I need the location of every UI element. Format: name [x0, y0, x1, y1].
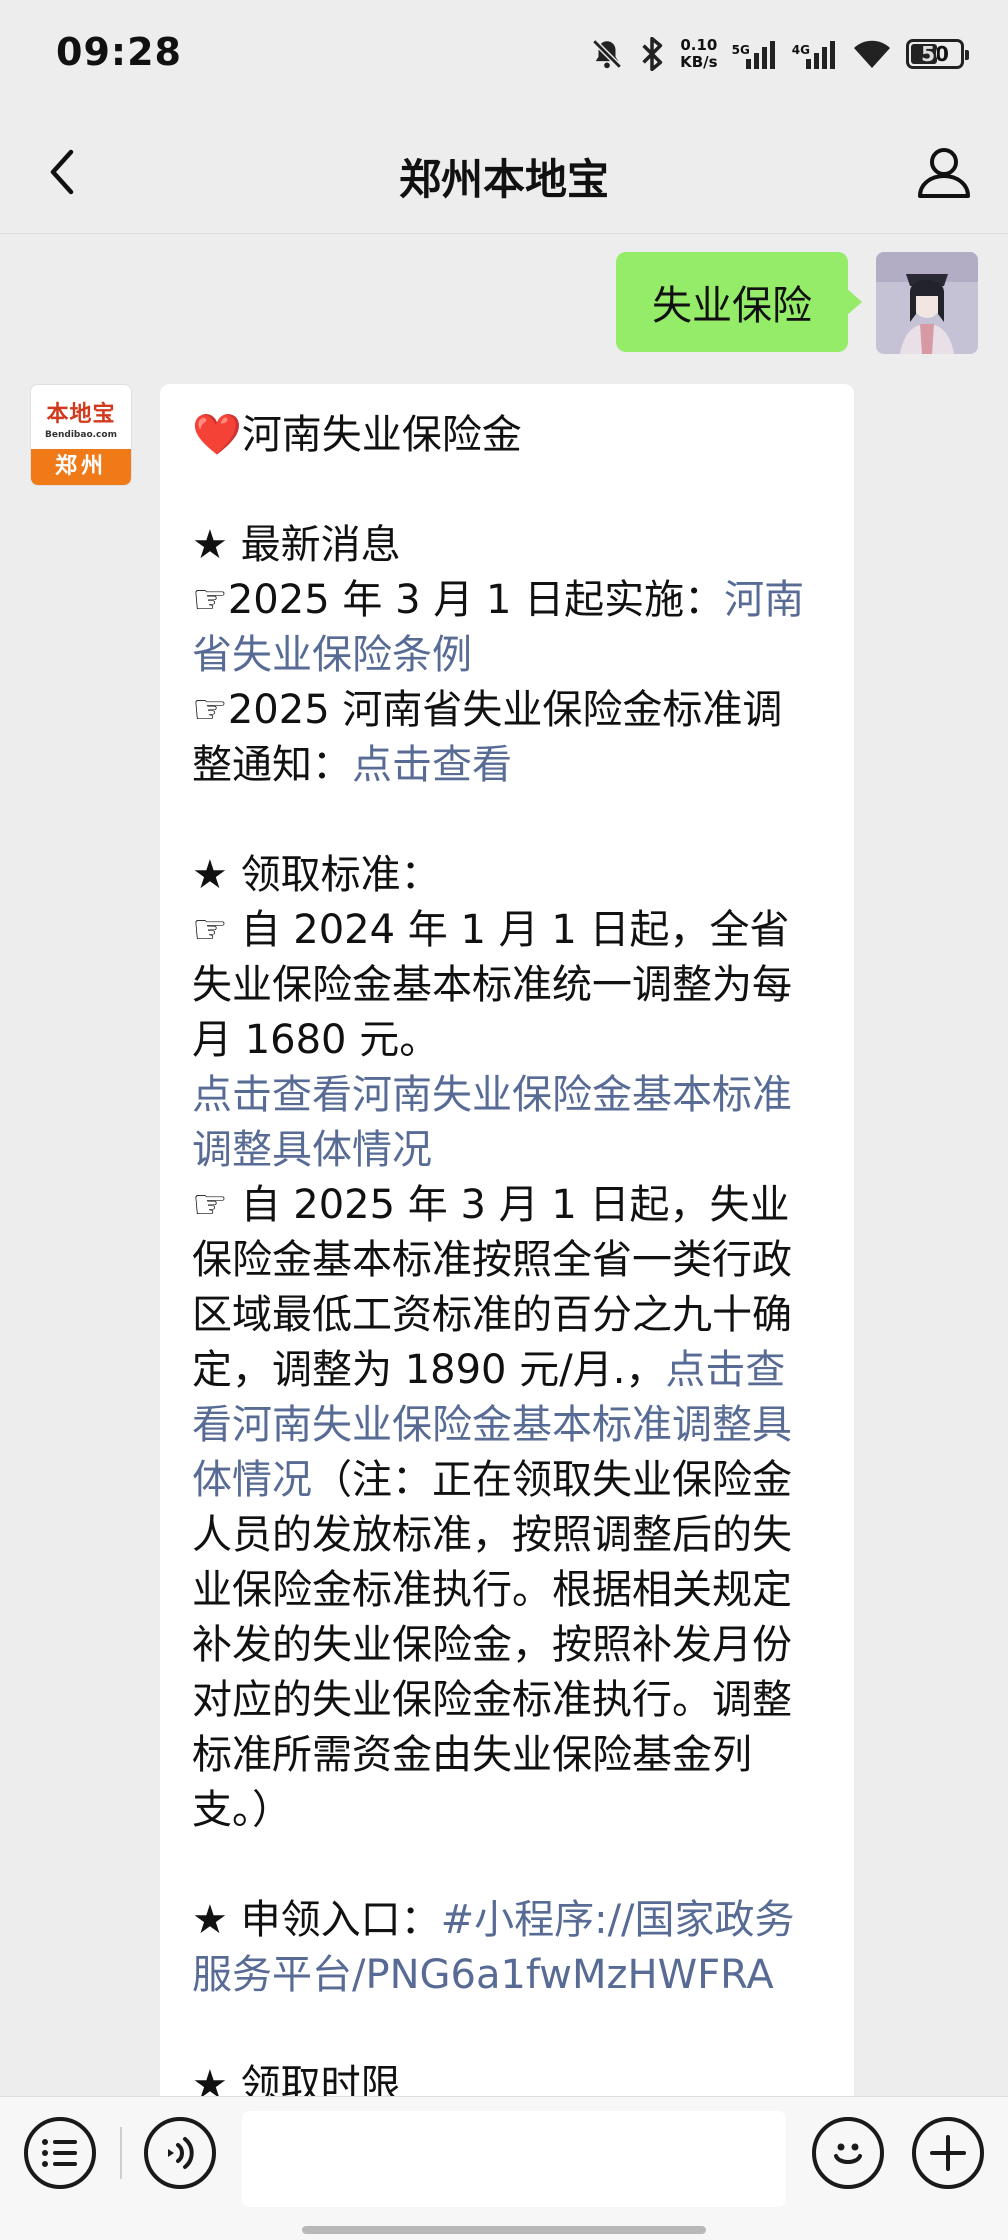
news-item: ☞2025 年 3 月 1 日起实施：河南省失业保险条例 [192, 577, 805, 678]
standard-item: ☞ 自 2025 年 3 月 1 日起，失业保险金基本标准按照全省一类行政区域最… [192, 1182, 792, 1833]
bluetooth-icon [638, 37, 666, 71]
input-bar [0, 2096, 1008, 2240]
section-heading: ★ 最新消息 [192, 522, 401, 568]
status-icons: 0.10 KB/s 5G 4G 50 [590, 28, 969, 80]
outgoing-text: 失业保险 [652, 283, 812, 329]
heart-icon: ❤️ [192, 412, 242, 458]
section-heading: ★ 领取时限 [192, 2062, 401, 2096]
outgoing-message: 失业保险 [616, 252, 978, 354]
emoji-icon [834, 2143, 862, 2164]
avatar[interactable]: 本地宝 Bendibao.com 郑州 [30, 384, 132, 486]
brand-domain: Bendibao.com [45, 430, 117, 440]
apply-entry: ★ 申领入口：#小程序://国家政务服务平台/PNG6a1fwMzHWFRA [192, 1897, 795, 1998]
list-menu-icon [42, 2139, 77, 2167]
status-bar: 09:28 0.10 KB/s 5G 4G 50 [0, 0, 1008, 110]
standard-item: ☞ 自 2024 年 1 月 1 日起，全省失业保险金基本标准统一调整为每月 1… [192, 907, 792, 1063]
profile-button[interactable] [910, 138, 978, 206]
menu-button[interactable] [24, 2117, 96, 2189]
net-speed: 0.10 KB/s [680, 36, 718, 71]
home-indicator[interactable] [302, 2226, 706, 2234]
message-input[interactable] [242, 2111, 786, 2207]
page-title: 郑州本地宝 [398, 155, 609, 204]
voice-icon [168, 2137, 194, 2169]
voice-button[interactable] [144, 2117, 216, 2189]
mute-icon [590, 37, 624, 71]
add-button[interactable] [912, 2117, 984, 2189]
standard-detail-link[interactable]: 点击查看河南失业保险金基本标准调整具体情况 [192, 1072, 792, 1173]
view-notice-link[interactable]: 点击查看 [352, 742, 512, 788]
reply-title-line: ❤️河南失业保险金 [192, 408, 822, 463]
signal-icon: 5G [732, 39, 778, 69]
outgoing-bubble[interactable]: 失业保险 [616, 252, 862, 352]
person-icon [918, 148, 970, 198]
incoming-bubble[interactable]: ❤️河南失业保险金 ★ 最新消息 ☞2025 年 3 月 1 日起实施：河南省失… [160, 384, 854, 2096]
signal-icon: 4G [792, 39, 838, 69]
chat-area[interactable]: 失业保险 本地宝 Bendibao.com 郑州 ❤️河南失业保险金 ★ 最新消… [0, 234, 1008, 2096]
reply-title: 河南失业保险金 [241, 412, 522, 458]
battery-icon: 50 [906, 39, 969, 69]
divider [120, 2127, 122, 2179]
brand-city: 郑州 [31, 449, 131, 485]
incoming-message: 本地宝 Bendibao.com 郑州 ❤️河南失业保险金 ★ 最新消息 ☞20… [30, 384, 854, 2096]
news-item: ☞2025 河南省失业保险金标准调整通知：点击查看 [192, 687, 783, 788]
avatar[interactable] [876, 252, 978, 354]
emoji-button[interactable] [812, 2117, 884, 2189]
nav-bar: 郑州本地宝 [0, 110, 1008, 234]
plus-icon [930, 2135, 966, 2171]
wifi-icon [852, 38, 892, 70]
status-time: 09:28 [56, 30, 182, 74]
brand-logo: 本地宝 [46, 401, 116, 427]
section-heading: ★ 领取标准： [192, 852, 441, 898]
